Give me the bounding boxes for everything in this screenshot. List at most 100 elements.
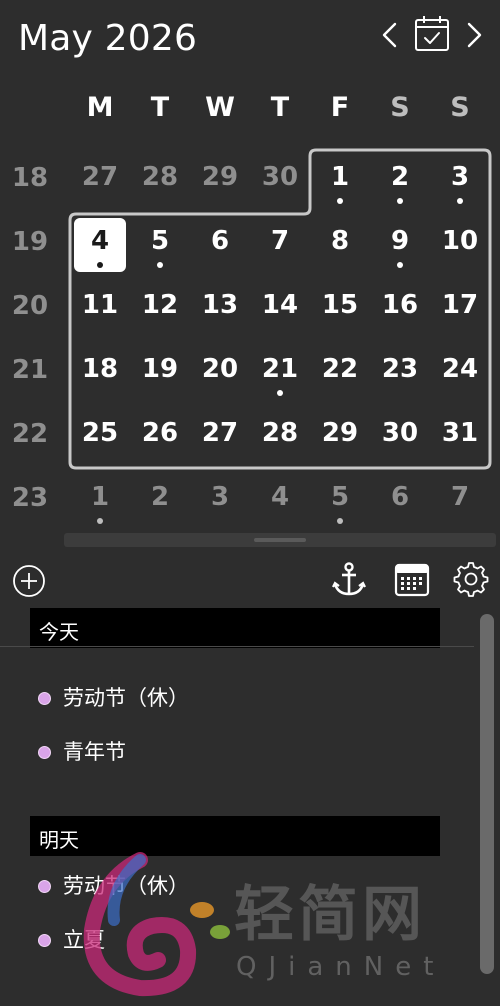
month-title[interactable]: May 2026 xyxy=(18,18,197,59)
today-day-cell[interactable]: 4 xyxy=(70,210,130,274)
weekday-label: F xyxy=(330,92,350,123)
day-number: 7 xyxy=(450,482,470,512)
divider xyxy=(0,646,474,647)
day-cell[interactable]: 18 xyxy=(70,338,130,402)
day-cell[interactable]: 16 xyxy=(370,274,430,338)
today-calendar-icon[interactable] xyxy=(414,14,450,54)
day-number: 28 xyxy=(261,418,299,448)
event-indicator-dot xyxy=(97,262,103,268)
day-cell[interactable]: 17 xyxy=(430,274,490,338)
watermark-text: 轻简网 xyxy=(234,880,426,950)
day-cell[interactable]: 1 xyxy=(70,466,130,530)
day-cell[interactable]: 2 xyxy=(130,466,190,530)
horizontal-scrollbar[interactable] xyxy=(64,533,496,547)
day-cell[interactable]: 19 xyxy=(130,338,190,402)
event-indicator-dot xyxy=(157,262,163,268)
day-cell[interactable]: 29 xyxy=(310,402,370,466)
day-cell[interactable]: 3 xyxy=(190,466,250,530)
day-number: 22 xyxy=(321,354,359,384)
day-cell[interactable]: 31 xyxy=(430,402,490,466)
day-cell[interactable]: 25 xyxy=(70,402,130,466)
settings-gear-icon[interactable] xyxy=(452,560,490,598)
day-number: 28 xyxy=(141,162,179,192)
day-cell[interactable]: 10 xyxy=(430,210,490,274)
event-indicator-dot xyxy=(397,262,403,268)
event-indicator-dot xyxy=(337,518,343,524)
day-number: 16 xyxy=(381,290,419,320)
event-indicator-dot xyxy=(97,518,103,524)
week-number-column: 18 19 20 21 22 23 xyxy=(0,146,60,530)
day-number: 29 xyxy=(321,418,359,448)
day-cell[interactable]: 28 xyxy=(130,146,190,210)
day-number: 17 xyxy=(441,290,479,320)
day-number: 15 xyxy=(321,290,359,320)
section-title: 今天 xyxy=(39,620,79,644)
day-number: 13 xyxy=(201,290,239,320)
day-cell[interactable]: 27 xyxy=(70,146,130,210)
day-cell[interactable]: 28 xyxy=(250,402,310,466)
day-cell[interactable]: 20 xyxy=(190,338,250,402)
scrollbar-thumb[interactable] xyxy=(480,614,494,974)
day-number: 19 xyxy=(141,354,179,384)
day-cell[interactable]: 8 xyxy=(310,210,370,274)
previous-month-icon[interactable] xyxy=(376,18,404,52)
event-indicator-dot xyxy=(457,198,463,204)
day-cell[interactable]: 30 xyxy=(370,402,430,466)
week-number: 21 xyxy=(11,355,49,385)
day-number: 7 xyxy=(270,226,290,256)
day-cell[interactable]: 26 xyxy=(130,402,190,466)
weekday-label: W xyxy=(205,92,235,123)
day-cell[interactable]: 3 xyxy=(430,146,490,210)
day-cell[interactable]: 24 xyxy=(430,338,490,402)
month-grid: 27 28 29 30 1 2 3 4 5 6 7 8 9 10 11 12 13 14 15 16 17 18 19 20 2… xyxy=(70,146,490,530)
day-cell[interactable]: 9 xyxy=(370,210,430,274)
day-cell[interactable]: 15 xyxy=(310,274,370,338)
day-number: 18 xyxy=(81,354,119,384)
day-cell[interactable]: 30 xyxy=(250,146,310,210)
weekday-label: M xyxy=(86,92,114,123)
day-cell[interactable]: 12 xyxy=(130,274,190,338)
day-cell[interactable]: 14 xyxy=(250,274,310,338)
event-indicator-dot xyxy=(337,198,343,204)
day-number: 31 xyxy=(441,418,479,448)
day-number: 14 xyxy=(261,290,299,320)
day-cell[interactable]: 21 xyxy=(250,338,310,402)
event-bullet-icon xyxy=(38,692,51,705)
day-number: 20 xyxy=(201,354,239,384)
scrollbar-thumb[interactable] xyxy=(254,538,306,542)
day-cell[interactable]: 5 xyxy=(310,466,370,530)
day-cell[interactable]: 22 xyxy=(310,338,370,402)
next-month-icon[interactable] xyxy=(460,18,488,52)
event-bullet-icon xyxy=(38,880,51,893)
vertical-scrollbar[interactable] xyxy=(478,612,498,1006)
day-number: 10 xyxy=(441,226,479,256)
day-cell[interactable]: 29 xyxy=(190,146,250,210)
add-event-icon[interactable] xyxy=(10,560,48,598)
day-cell[interactable]: 5 xyxy=(130,210,190,274)
day-number: 23 xyxy=(381,354,419,384)
day-cell[interactable]: 1 xyxy=(310,146,370,210)
day-cell[interactable]: 13 xyxy=(190,274,250,338)
day-cell[interactable]: 7 xyxy=(250,210,310,274)
day-cell[interactable]: 4 xyxy=(250,466,310,530)
day-number: 27 xyxy=(81,162,119,192)
watermark-logo-icon xyxy=(83,852,230,997)
day-number: 24 xyxy=(441,354,479,384)
day-cell[interactable]: 23 xyxy=(370,338,430,402)
section-title: 明天 xyxy=(39,828,79,852)
day-cell[interactable]: 27 xyxy=(190,402,250,466)
day-cell[interactable]: 7 xyxy=(430,466,490,530)
day-cell[interactable]: 6 xyxy=(190,210,250,274)
weekday-label: S xyxy=(390,92,410,123)
day-cell[interactable]: 11 xyxy=(70,274,130,338)
calendar-view-icon[interactable] xyxy=(393,560,431,598)
day-number: 6 xyxy=(210,226,230,256)
day-cell[interactable]: 2 xyxy=(370,146,430,210)
weekday-label: T xyxy=(150,92,170,123)
event-bullet-icon xyxy=(38,746,51,759)
day-cell[interactable]: 6 xyxy=(370,466,430,530)
event-label: 青年节 xyxy=(63,740,126,764)
day-number: 27 xyxy=(201,418,239,448)
event-bullet-icon xyxy=(38,934,51,947)
anchor-icon[interactable] xyxy=(330,560,368,598)
